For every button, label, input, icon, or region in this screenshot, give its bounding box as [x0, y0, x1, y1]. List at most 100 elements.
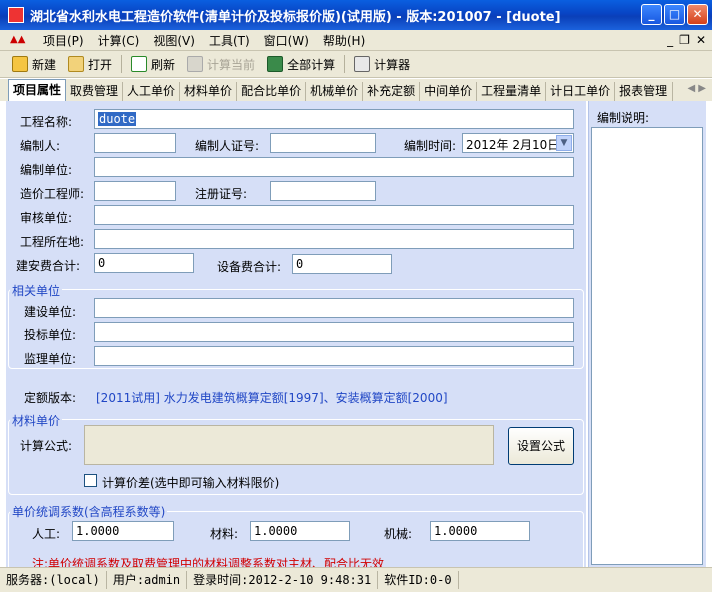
reg-cert-input[interactable]	[270, 181, 376, 201]
tab-bill-of-quantities[interactable]: 工程量清单	[477, 82, 547, 101]
construction-unit-input[interactable]	[94, 298, 574, 318]
mdi-close-button[interactable]: ✕	[696, 33, 706, 47]
chevron-down-icon[interactable]: ▼	[556, 135, 572, 151]
toolbar-separator	[344, 55, 346, 73]
menu-view[interactable]: 视图(V)	[146, 32, 202, 49]
supervision-unit-label: 监理单位:	[24, 352, 77, 366]
tab-daywork-price[interactable]: 计日工单价	[546, 82, 616, 101]
menu-tools[interactable]: 工具(T)	[202, 32, 257, 49]
menu-bar: ▲▲ 项目(P) 计算(C) 视图(V) 工具(T) 窗口(W) 帮助(H) _…	[0, 30, 712, 51]
menu-help[interactable]: 帮助(H)	[316, 32, 372, 49]
calc-current-icon	[187, 56, 204, 72]
compiler-input[interactable]	[94, 133, 176, 153]
close-button[interactable]: ✕	[687, 4, 708, 25]
new-button[interactable]: 新建	[6, 53, 62, 75]
tab-project-properties[interactable]: 项目属性	[8, 79, 67, 101]
tab-fee-management[interactable]: 取费管理	[66, 82, 124, 101]
machine-coeff-input[interactable]: 1.0000	[430, 521, 530, 541]
tab-intermediate-price[interactable]: 中间单价	[420, 82, 478, 101]
menu-app-icon[interactable]: ▲▲	[10, 35, 25, 45]
formula-label: 计算公式:	[20, 439, 73, 453]
project-name-input[interactable]: duote	[94, 109, 574, 129]
bidding-unit-input[interactable]	[94, 322, 574, 342]
equip-total-label: 设备费合计:	[217, 260, 282, 274]
coefficient-title: 单价统调系数(含高程系数等)	[10, 503, 168, 520]
set-formula-button[interactable]: 设置公式	[508, 427, 574, 465]
status-user: 用户:admin	[107, 571, 188, 589]
title-bar: 湖北省水利水电工程造价软件(清单计价及投标报价版)(试用版) - 版本:2010…	[0, 0, 712, 30]
construction-unit-label: 建设单位:	[24, 305, 77, 319]
quota-version-label: 定额版本:	[24, 391, 77, 405]
new-icon	[12, 56, 28, 72]
tab-report-management[interactable]: 报表管理	[615, 82, 674, 101]
compiler-cert-input[interactable]	[270, 133, 376, 153]
bidding-unit-label: 投标单位:	[24, 328, 77, 342]
calculator-button-label: 计算器	[374, 57, 411, 72]
project-name-label: 工程名称:	[20, 115, 73, 129]
calc-current-button[interactable]: 计算当前	[181, 53, 261, 75]
build-total-label: 建安费合计:	[16, 259, 81, 273]
tab-supplementary-quota[interactable]: 补充定额	[363, 82, 421, 101]
refresh-icon	[131, 56, 148, 72]
material-price-title: 材料单价	[10, 412, 63, 429]
tab-scroll-arrows[interactable]: ◀ ▶	[687, 83, 706, 94]
coefficient-note: 注:单价统调系数及取费管理中的材料调整系数对主材、配合比无效	[32, 557, 385, 567]
open-button[interactable]: 打开	[62, 53, 118, 75]
material-coeff-input[interactable]: 1.0000	[250, 521, 350, 541]
tab-strip: 项目属性 取费管理 人工单价 材料单价 配合比单价 机械单价 补充定额 中间单价…	[0, 79, 712, 101]
tab-material-price[interactable]: 材料单价	[180, 82, 238, 101]
open-button-label: 打开	[88, 57, 113, 72]
menu-window[interactable]: 窗口(W)	[257, 32, 316, 49]
refresh-button-label: 刷新	[151, 57, 176, 72]
description-textarea[interactable]	[591, 127, 703, 565]
minimize-button[interactable]: _	[641, 4, 662, 25]
project-properties-panel: 工程名称: duote 编制人: 编制人证号: 编制时间: 2012年 2月10…	[6, 101, 586, 567]
mdi-minimize-button[interactable]: _	[667, 33, 673, 47]
price-diff-label: 计算价差(选中即可输入材料限价)	[102, 476, 280, 490]
build-total-input[interactable]: 0	[94, 253, 194, 273]
calc-all-button-label: 全部计算	[287, 57, 336, 72]
app-icon	[8, 7, 24, 23]
calc-all-button[interactable]: 全部计算	[261, 53, 341, 75]
toolbar-separator	[121, 55, 123, 73]
folder-icon	[68, 56, 85, 72]
compile-time-value: 2012年 2月10日	[466, 138, 560, 152]
maximize-button[interactable]: □	[664, 4, 685, 25]
audit-unit-input[interactable]	[94, 205, 574, 225]
tab-machine-price[interactable]: 机械单价	[306, 82, 364, 101]
menu-calculate[interactable]: 计算(C)	[91, 32, 147, 49]
compiler-cert-label: 编制人证号:	[195, 139, 260, 153]
new-button-label: 新建	[32, 57, 57, 72]
status-bar: 服务器:(local) 用户:admin 登录时间:2012-2-10 9:48…	[0, 567, 712, 592]
calc-all-icon	[267, 56, 284, 72]
compiler-label: 编制人:	[20, 139, 61, 153]
tab-mix-price[interactable]: 配合比单价	[237, 82, 307, 101]
compile-unit-label: 编制单位:	[20, 163, 73, 177]
tab-labor-price[interactable]: 人工单价	[123, 82, 181, 101]
equip-total-input[interactable]: 0	[292, 254, 392, 274]
refresh-button[interactable]: 刷新	[125, 53, 181, 75]
audit-unit-label: 审核单位:	[20, 211, 73, 225]
labor-coeff-label: 人工:	[32, 527, 61, 541]
project-name-value: duote	[98, 112, 137, 126]
formula-display	[84, 425, 494, 465]
price-diff-checkbox[interactable]	[84, 474, 97, 487]
location-label: 工程所在地:	[20, 235, 85, 249]
description-panel: 编制说明:	[588, 101, 706, 567]
description-label: 编制说明:	[597, 111, 650, 125]
compile-time-picker[interactable]: 2012年 2月10日 ▼	[462, 133, 574, 153]
status-software-id: 软件ID:0-0	[378, 571, 459, 589]
cost-engineer-input[interactable]	[94, 181, 176, 201]
menu-project[interactable]: 项目(P)	[36, 32, 91, 49]
calculator-button[interactable]: 计算器	[348, 53, 416, 75]
compile-unit-input[interactable]	[94, 157, 574, 177]
location-input[interactable]	[94, 229, 574, 249]
toolbar: 新建 打开 刷新 计算当前 全部计算 计算器	[0, 51, 712, 78]
related-units-title: 相关单位	[10, 282, 63, 299]
labor-coeff-input[interactable]: 1.0000	[72, 521, 174, 541]
supervision-unit-input[interactable]	[94, 346, 574, 366]
quota-version-value: [2011试用] 水力发电建筑概算定额[1997]、安装概算定额[2000]	[96, 391, 448, 405]
mdi-restore-button[interactable]: ❐	[679, 33, 690, 47]
mdi-controls: _ ❐ ✕	[667, 33, 706, 47]
window-controls: _ □ ✕	[641, 4, 708, 25]
